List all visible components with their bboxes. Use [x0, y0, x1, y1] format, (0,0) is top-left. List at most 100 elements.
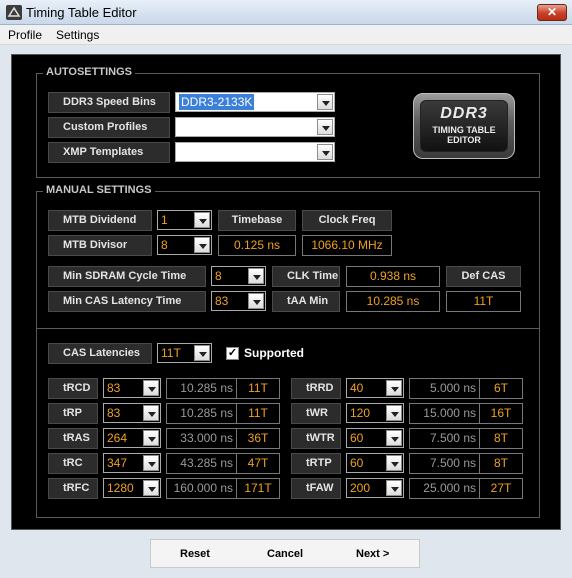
clk-time-value: 0.938 ns: [346, 266, 440, 287]
speed-bins-label: DDR3 Speed Bins: [48, 92, 170, 113]
timebase-label: Timebase: [218, 210, 296, 231]
trcd-ns-value: 10.285 ns: [166, 378, 238, 399]
trcd-label: tRCD: [48, 378, 98, 399]
chevron-down-icon[interactable]: [386, 430, 402, 446]
app-logo-icon: [6, 5, 22, 20]
next-button[interactable]: Next >: [356, 548, 389, 560]
chevron-down-icon[interactable]: [386, 380, 402, 396]
logo-line-2: TIMING TABLE: [432, 125, 496, 135]
custom-profiles-label: Custom Profiles: [48, 117, 170, 138]
trfc-select[interactable]: 1280: [103, 478, 161, 498]
mtb-divisor-select[interactable]: 8: [157, 235, 212, 255]
trc-t-value: 47T: [236, 453, 280, 474]
chevron-down-icon[interactable]: [248, 268, 264, 284]
trc-label: tRC: [48, 453, 98, 474]
autosettings-title: AUTOSETTINGS: [43, 66, 135, 78]
taa-min-label: tAA Min: [272, 291, 340, 312]
twtr-label: tWTR: [291, 428, 341, 449]
min-cas-value: 83: [215, 294, 229, 308]
trp-ns-value: 10.285 ns: [166, 403, 238, 424]
twtr-select[interactable]: 60: [346, 428, 404, 448]
min-cycle-select[interactable]: 8: [211, 266, 266, 286]
custom-profiles-select[interactable]: [175, 117, 335, 137]
tfaw-ns-value: 25.000 ns: [409, 478, 481, 499]
twr-t-value: 16T: [479, 403, 523, 424]
supported-label: Supported: [244, 346, 304, 360]
tfaw-label: tFAW: [291, 478, 341, 499]
clock-freq-value: 1066.10 MHz: [302, 235, 392, 256]
chevron-down-icon[interactable]: [194, 345, 210, 361]
trcd-t-value: 11T: [236, 378, 280, 399]
chevron-down-icon[interactable]: [143, 455, 159, 471]
trtp-t-value: 8T: [479, 453, 523, 474]
chevron-down-icon[interactable]: [386, 480, 402, 496]
tras-t-value: 36T: [236, 428, 280, 449]
trrd-label: tRRD: [291, 378, 341, 399]
chevron-down-icon[interactable]: [143, 480, 159, 496]
trfc-t-value: 171T: [236, 478, 280, 499]
twtr-value: 60: [350, 431, 364, 445]
xmp-templates-select[interactable]: [175, 142, 335, 162]
mtb-divisor-value: 8: [161, 238, 168, 252]
tras-select[interactable]: 264: [103, 428, 161, 448]
section-divider: [37, 328, 539, 329]
twr-value: 120: [350, 406, 371, 420]
logo-line-3: EDITOR: [447, 135, 481, 145]
reset-button[interactable]: Reset: [180, 548, 210, 560]
tfaw-select[interactable]: 200: [346, 478, 404, 498]
chevron-down-icon[interactable]: [317, 119, 333, 135]
mtb-dividend-value: 1: [161, 213, 168, 227]
min-cas-select[interactable]: 83: [211, 291, 266, 311]
taa-min-value: 10.285 ns: [346, 291, 440, 312]
trp-value: 83: [107, 406, 121, 420]
def-cas-label: Def CAS: [446, 266, 521, 287]
chevron-down-icon[interactable]: [194, 237, 210, 253]
mtb-divisor-label: MTB Divisor: [48, 235, 152, 256]
cas-latencies-select[interactable]: 11T: [157, 343, 212, 363]
title-bar: Timing Table Editor ✕: [0, 0, 572, 25]
trc-value: 347: [107, 456, 128, 470]
xmp-templates-label: XMP Templates: [48, 142, 170, 163]
trfc-ns-value: 160.000 ns: [166, 478, 238, 499]
trc-select[interactable]: 347: [103, 453, 161, 473]
def-cas-value: 11T: [446, 291, 521, 312]
trtp-ns-value: 7.500 ns: [409, 453, 481, 474]
tras-label: tRAS: [48, 428, 98, 449]
chevron-down-icon[interactable]: [317, 144, 333, 160]
trcd-select[interactable]: 83: [103, 378, 161, 398]
clk-time-label: CLK Time: [272, 266, 340, 287]
supported-checkbox[interactable]: ✓: [226, 347, 239, 360]
trcd-value: 83: [107, 381, 121, 395]
menu-settings[interactable]: Settings: [56, 28, 99, 42]
chevron-down-icon[interactable]: [386, 455, 402, 471]
chevron-down-icon[interactable]: [194, 212, 210, 228]
twr-label: tWR: [291, 403, 341, 424]
trrd-select[interactable]: 40: [346, 378, 404, 398]
mtb-dividend-select[interactable]: 1: [157, 210, 212, 230]
trtp-select[interactable]: 60: [346, 453, 404, 473]
chevron-down-icon[interactable]: [317, 94, 333, 110]
trc-ns-value: 43.285 ns: [166, 453, 238, 474]
trrd-t-value: 6T: [479, 378, 523, 399]
window-title: Timing Table Editor: [26, 5, 137, 20]
speed-bins-value: DDR3-2133K: [179, 94, 255, 110]
min-cycle-label: Min SDRAM Cycle Time: [48, 266, 206, 287]
chevron-down-icon[interactable]: [143, 380, 159, 396]
speed-bins-select[interactable]: DDR3-2133K: [175, 92, 335, 112]
cancel-button[interactable]: Cancel: [267, 548, 303, 560]
twr-select[interactable]: 120: [346, 403, 404, 423]
trtp-label: tRTP: [291, 453, 341, 474]
tfaw-t-value: 27T: [479, 478, 523, 499]
trrd-value: 40: [350, 381, 364, 395]
tras-value: 264: [107, 431, 128, 445]
chevron-down-icon[interactable]: [143, 430, 159, 446]
trp-select[interactable]: 83: [103, 403, 161, 423]
tfaw-value: 200: [350, 481, 371, 495]
close-button[interactable]: ✕: [537, 4, 567, 21]
chevron-down-icon[interactable]: [386, 405, 402, 421]
chevron-down-icon[interactable]: [248, 293, 264, 309]
editor-panel: AUTOSETTINGS DDR3 Speed Bins DDR3-2133K …: [11, 54, 561, 530]
chevron-down-icon[interactable]: [143, 405, 159, 421]
menu-profile[interactable]: Profile: [8, 28, 42, 42]
cas-latencies-value: 11T: [161, 346, 181, 360]
